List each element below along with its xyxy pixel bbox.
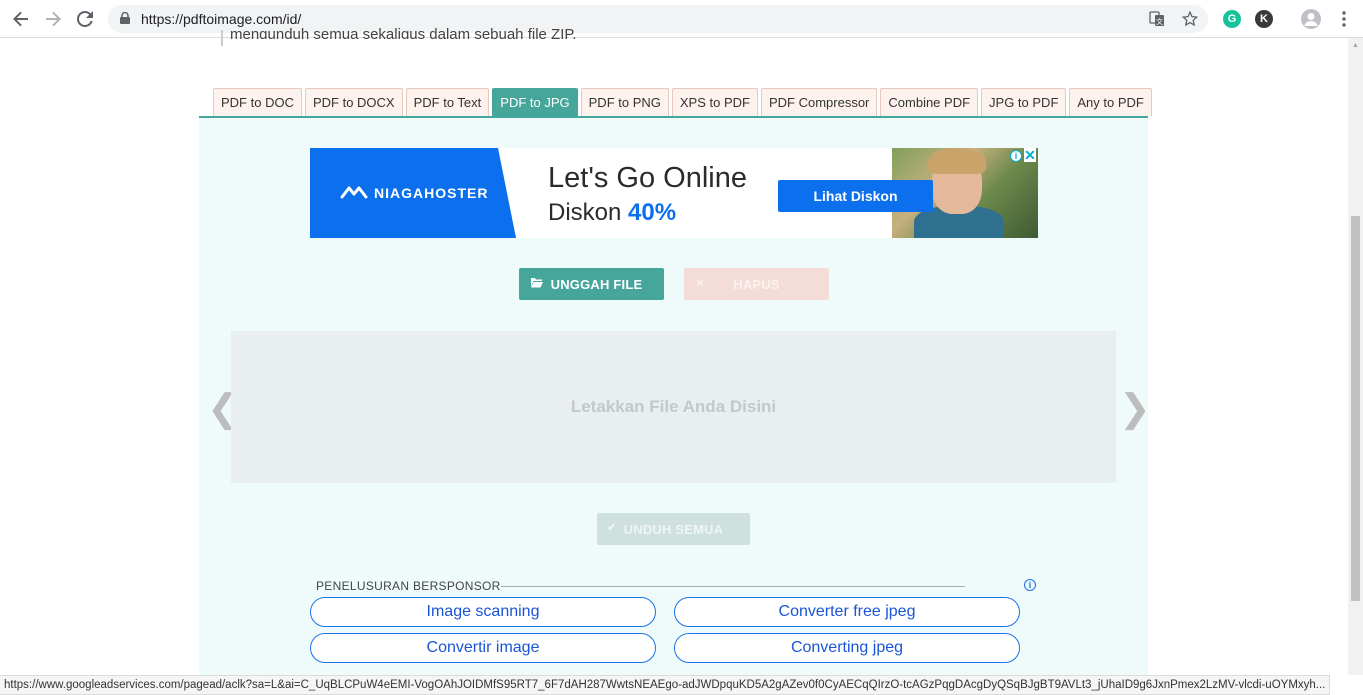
download-all-label: UNDUH SEMUA (623, 521, 724, 537)
ad-sub-prefix: Diskon (548, 199, 622, 226)
ad-subline: Diskon 40% (548, 199, 676, 227)
niagahoster-logo-icon (340, 186, 368, 199)
next-arrow-icon[interactable]: ❯ (1119, 386, 1151, 431)
upload-file-label: UNGGAH FILE (550, 276, 643, 292)
ad-close-icon[interactable]: ✕ (1024, 148, 1036, 162)
delete-label: HAPUS (733, 276, 780, 292)
tab-pdf-to-jpg[interactable]: PDF to JPG (492, 88, 578, 116)
tab-pdf-to-png[interactable]: PDF to PNG (580, 88, 669, 116)
ad-sub-highlight: 40% (628, 199, 677, 226)
delete-button[interactable]: × HAPUS (684, 268, 829, 300)
tab-combine-pdf[interactable]: Combine PDF (880, 88, 979, 116)
sponsored-link[interactable]: Converter free jpeg (674, 597, 1020, 627)
star-icon[interactable] (1181, 10, 1199, 28)
sponsored-link[interactable]: Convertir image (310, 633, 656, 663)
scroll-up-icon[interactable]: ▲ (1351, 42, 1360, 51)
sponsored-search-label: PENELUSURAN BERSPONSOR (316, 579, 501, 593)
sponsored-link[interactable]: Image scanning (310, 597, 656, 627)
sponsored-divider (501, 586, 965, 587)
tab-pdf-compressor[interactable]: PDF Compressor (760, 88, 878, 116)
folder-open-icon (531, 277, 543, 291)
kebab-menu-icon[interactable] (1333, 8, 1355, 30)
tab-pdf-to-docx[interactable]: PDF to DOCX (304, 88, 403, 116)
tab-xps-to-pdf[interactable]: XPS to PDF (671, 88, 758, 116)
tab-jpg-to-pdf[interactable]: JPG to PDF (981, 88, 1067, 116)
reload-icon[interactable] (74, 8, 96, 30)
ad-cta-button[interactable]: Lihat Diskon (778, 180, 933, 212)
upload-file-button[interactable]: UNGGAH FILE (519, 268, 664, 300)
sponsored-info-icon[interactable]: i (1024, 579, 1036, 591)
status-bar-url: https://www.googleadservices.com/pagead/… (0, 675, 1331, 695)
ad-info-icon[interactable]: i (1010, 150, 1022, 162)
download-all-button[interactable]: ✔ UNDUH SEMUA (597, 513, 750, 545)
converter-tabs: PDF to DOC PDF to DOCX PDF to Text PDF t… (213, 88, 1152, 116)
tab-pdf-to-doc[interactable]: PDF to DOC (213, 88, 302, 116)
k-extension-icon[interactable]: K (1255, 10, 1273, 28)
profile-icon[interactable] (1301, 9, 1321, 29)
grammarly-extension-icon[interactable]: G (1223, 10, 1241, 28)
check-icon: ✔ (607, 522, 617, 534)
tab-pdf-to-text[interactable]: PDF to Text (405, 88, 490, 116)
svg-text:文: 文 (1156, 17, 1163, 26)
intro-text: mengunduh semua sekaligus dalam sebuah f… (230, 26, 577, 43)
file-drop-zone[interactable]: Letakkan File Anda Disini (231, 331, 1116, 483)
drop-zone-text: Letakkan File Anda Disini (570, 397, 777, 416)
scroll-thumb[interactable] (1351, 216, 1360, 601)
back-arrow-icon[interactable] (10, 8, 32, 30)
browser-toolbar: https://pdftoimage.com/id/ 文 G K (0, 0, 1363, 38)
translate-icon[interactable]: 文 (1148, 10, 1166, 28)
quote-bar (221, 30, 223, 46)
sponsored-link[interactable]: Converting jpeg (674, 633, 1020, 663)
ad-brand-name: NIAGAHOSTER (374, 185, 489, 201)
close-icon: × (696, 275, 704, 290)
page-scrollbar[interactable]: ▲ (1348, 38, 1363, 675)
ad-banner[interactable]: NIAGAHOSTER Let's Go Online Diskon 40% L… (310, 148, 1038, 238)
tab-any-to-pdf[interactable]: Any to PDF (1069, 88, 1152, 116)
forward-arrow-icon[interactable] (42, 8, 64, 30)
ad-headline: Let's Go Online (548, 162, 747, 194)
lock-icon (120, 12, 130, 24)
